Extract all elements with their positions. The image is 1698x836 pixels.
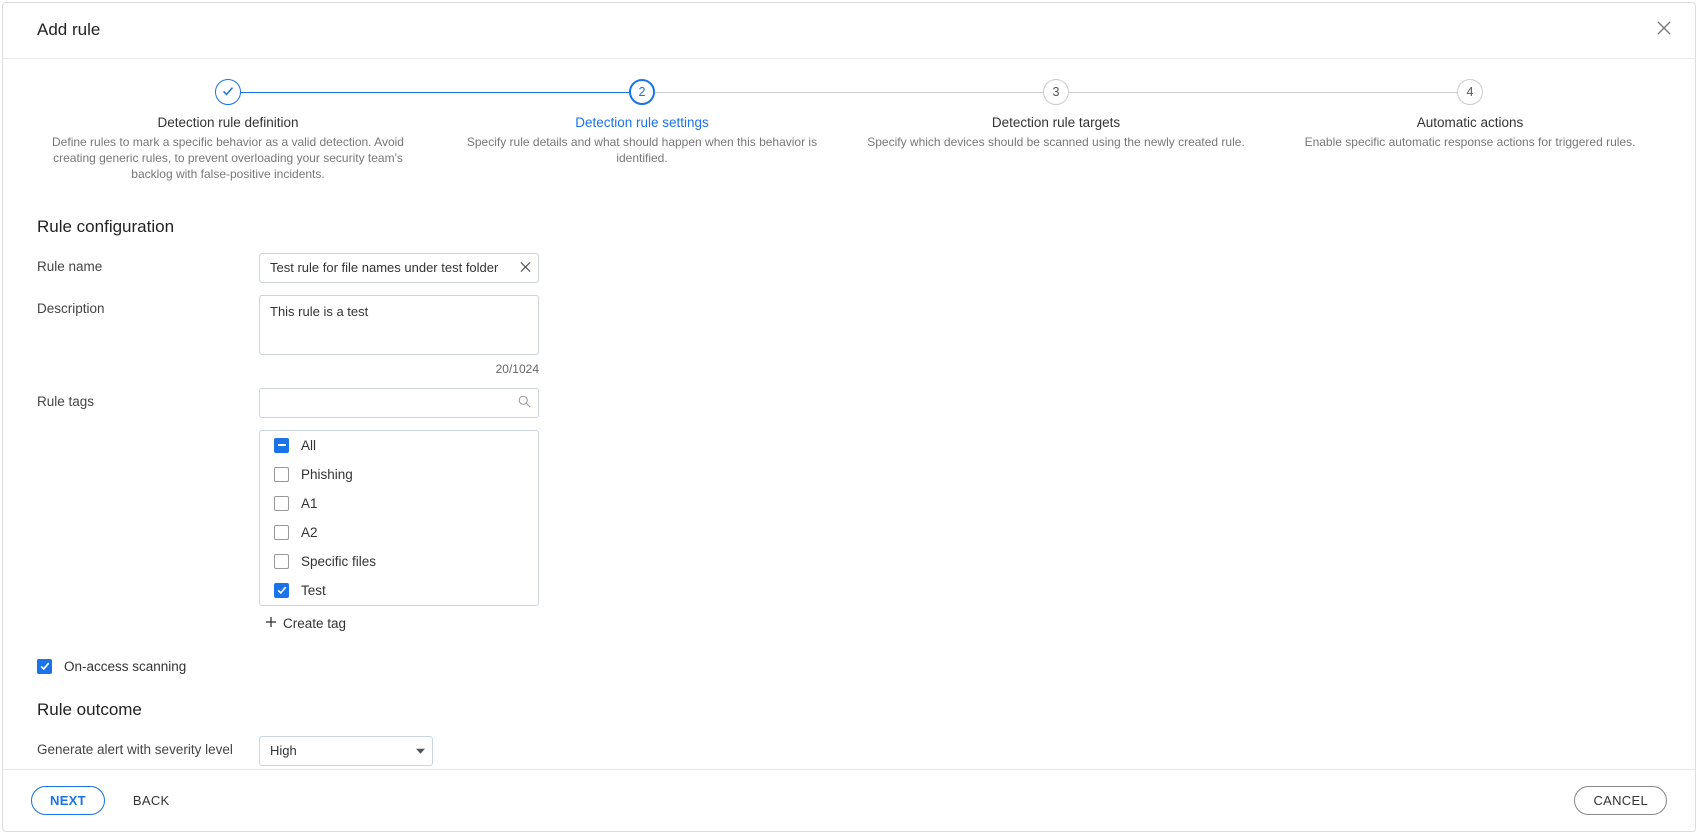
rule-name-row: Rule name <box>37 253 1661 283</box>
step-connector <box>228 92 642 93</box>
step-3[interactable]: 3 Detection rule targets Specify which d… <box>849 79 1263 150</box>
checkbox-unchecked[interactable] <box>274 554 289 569</box>
tag-item-a2[interactable]: A2 <box>260 518 538 547</box>
close-icon <box>1657 23 1671 38</box>
close-icon <box>520 260 531 275</box>
tag-label: All <box>301 438 316 453</box>
check-icon <box>222 85 234 100</box>
on-access-label: On-access scanning <box>64 659 186 674</box>
step-title: Detection rule settings <box>443 115 841 130</box>
rule-outcome-section-title: Rule outcome <box>37 700 1661 720</box>
step-desc: Enable specific automatic response actio… <box>1280 134 1660 150</box>
tag-item-all[interactable]: All <box>260 431 538 460</box>
step-1[interactable]: Detection rule definition Define rules t… <box>21 79 435 183</box>
tag-search-wrap <box>259 388 539 418</box>
checkbox-unchecked[interactable] <box>274 496 289 511</box>
rule-tags-row: Rule tags All Phishing <box>37 388 1661 631</box>
wizard-stepper: Detection rule definition Define rules t… <box>3 59 1695 183</box>
severity-value: High <box>270 743 297 758</box>
step-circle-completed <box>215 79 241 105</box>
checkbox-indeterminate[interactable] <box>274 438 289 453</box>
tag-item-specific-files[interactable]: Specific files <box>260 547 538 576</box>
tag-label: Specific files <box>301 554 376 569</box>
step-desc: Define rules to mark a specific behavior… <box>38 134 418 183</box>
on-access-row[interactable]: On-access scanning <box>37 659 1661 674</box>
tag-item-test[interactable]: Test <box>260 576 538 605</box>
tag-label: A1 <box>301 496 318 511</box>
plus-icon <box>265 616 283 631</box>
severity-select[interactable]: High <box>259 736 433 766</box>
dialog-title: Add rule <box>37 20 100 40</box>
tag-label: Test <box>301 583 326 598</box>
step-title: Detection rule targets <box>857 115 1255 130</box>
on-access-checkbox[interactable] <box>37 659 52 674</box>
description-label: Description <box>37 295 259 316</box>
next-button[interactable]: NEXT <box>31 786 105 815</box>
severity-label: Generate alert with severity level <box>37 736 259 757</box>
tag-label: Phishing <box>301 467 353 482</box>
checkbox-checked[interactable] <box>274 583 289 598</box>
step-title: Detection rule definition <box>29 115 427 130</box>
chevron-down-icon <box>416 743 425 758</box>
create-tag-label: Create tag <box>283 616 346 631</box>
tag-item-a1[interactable]: A1 <box>260 489 538 518</box>
dialog-body: Rule configuration Rule name Description… <box>3 183 1695 769</box>
step-connector <box>642 92 1056 93</box>
step-connector <box>1056 92 1470 93</box>
step-4[interactable]: 4 Automatic actions Enable specific auto… <box>1263 79 1677 150</box>
cancel-button[interactable]: CANCEL <box>1574 786 1667 815</box>
step-circle: 3 <box>1043 79 1069 105</box>
char-count: 20/1024 <box>259 362 539 376</box>
dialog-header: Add rule <box>3 3 1695 59</box>
rule-tags-field-wrap: All Phishing A1 A2 <box>259 388 539 631</box>
footer-left: NEXT BACK <box>31 786 173 815</box>
close-button[interactable] <box>1653 17 1675 42</box>
dialog-footer: NEXT BACK CANCEL <box>3 769 1695 831</box>
rule-name-field-wrap <box>259 253 539 283</box>
step-circle: 4 <box>1457 79 1483 105</box>
rule-name-input[interactable] <box>259 253 539 283</box>
back-button[interactable]: BACK <box>129 787 174 814</box>
description-row: Description 20/1024 <box>37 295 1661 376</box>
severity-row: Generate alert with severity level High <box>37 736 1661 766</box>
step-circle-active: 2 <box>629 79 655 105</box>
tag-item-phishing[interactable]: Phishing <box>260 460 538 489</box>
checkbox-unchecked[interactable] <box>274 467 289 482</box>
severity-select-wrap: High <box>259 736 433 766</box>
create-tag-button[interactable]: Create tag <box>259 616 539 631</box>
tag-label: A2 <box>301 525 318 540</box>
rule-config-section-title: Rule configuration <box>37 217 1661 237</box>
search-icon <box>518 395 531 411</box>
clear-rule-name-button[interactable] <box>518 258 533 277</box>
rule-name-label: Rule name <box>37 253 259 274</box>
tag-search-input[interactable] <box>259 388 539 418</box>
description-field-wrap: 20/1024 <box>259 295 539 376</box>
step-title: Automatic actions <box>1271 115 1669 130</box>
step-desc: Specify rule details and what should hap… <box>452 134 832 166</box>
checkbox-unchecked[interactable] <box>274 525 289 540</box>
step-desc: Specify which devices should be scanned … <box>866 134 1246 150</box>
rule-tags-label: Rule tags <box>37 388 259 409</box>
description-textarea[interactable] <box>259 295 539 355</box>
add-rule-dialog: Add rule Detection rule definition Defin… <box>2 2 1696 832</box>
tag-list: All Phishing A1 A2 <box>259 430 539 606</box>
